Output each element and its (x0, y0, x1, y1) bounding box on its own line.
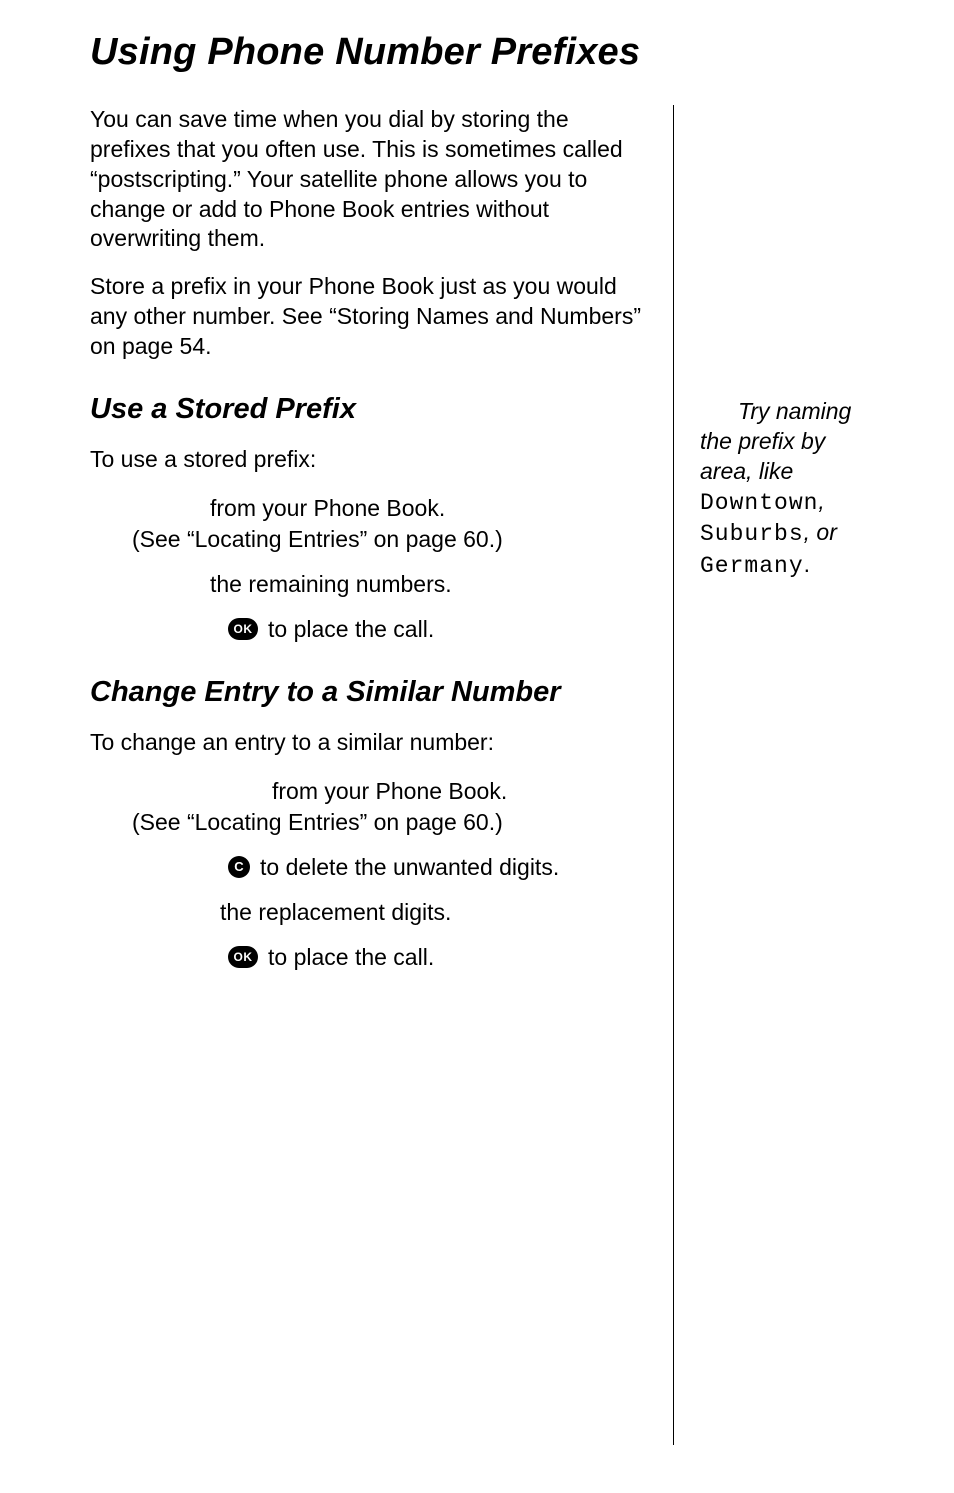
section1-lead: To use a stored prefix: (90, 445, 645, 475)
section1-step3: OK to place the call. (90, 614, 645, 645)
margin-note-column: Try naming the prefix by area, like Down… (673, 105, 874, 1445)
section2-step1-line2: (See “Locating Entries” on page 60.) (132, 807, 645, 838)
tip-line2b: area, like (700, 458, 793, 484)
section1-step3-text: to place the call. (268, 614, 434, 645)
section1-step2: the remaining numbers. (90, 569, 645, 600)
ok-icon: OK (228, 946, 258, 968)
section1-step1: from your Phone Book. (See “Locating Ent… (90, 493, 645, 555)
section2-step1: from your Phone Book. (See “Locating Ent… (90, 776, 645, 838)
section1-step1-line2: (See “Locating Entries” on page 60.) (132, 524, 645, 555)
tip-line1: Try naming (700, 397, 874, 427)
tip-example-suburbs: Suburbs (700, 521, 804, 547)
intro-paragraph-2: Store a prefix in your Phone Book just a… (90, 272, 645, 362)
section2-step1-line1: from your Phone Book. (132, 776, 645, 807)
section2-step2-text: to delete the unwanted digits. (260, 852, 559, 883)
section1-steps: from your Phone Book. (See “Locating Ent… (90, 493, 645, 645)
section2-steps: from your Phone Book. (See “Locating Ent… (90, 776, 645, 973)
tip-example-germany: Germany (700, 553, 804, 579)
content-wrapper: You can save time when you dial by stori… (90, 105, 874, 1445)
page: Using Phone Number Prefixes You can save… (0, 0, 954, 1493)
section2-step4: OK to place the call. (90, 942, 645, 973)
section-heading-change-entry: Change Entry to a Similar Number (90, 675, 645, 710)
tip-line2a: the prefix by (700, 428, 825, 454)
intro-paragraph-1: You can save time when you dial by stori… (90, 105, 645, 254)
ok-icon: OK (228, 618, 258, 640)
tip-sep2: , or (804, 519, 837, 545)
clear-icon: C (228, 856, 250, 878)
section2-step2: C to delete the unwanted digits. (90, 852, 645, 883)
margin-tip: Try naming the prefix by area, like Down… (700, 397, 874, 582)
section2-lead: To change an entry to a similar number: (90, 728, 645, 758)
section1-step1-line1: from your Phone Book. (132, 493, 645, 524)
section-heading-stored-prefix: Use a Stored Prefix (90, 392, 645, 427)
main-column: You can save time when you dial by stori… (90, 105, 645, 1445)
tip-example-downtown: Downtown (700, 490, 818, 516)
section2-step3: the replacement digits. (90, 897, 645, 928)
page-title: Using Phone Number Prefixes (90, 30, 874, 75)
tip-end: . (804, 551, 810, 577)
tip-sep1: , (818, 488, 824, 514)
section2-step4-text: to place the call. (268, 942, 434, 973)
